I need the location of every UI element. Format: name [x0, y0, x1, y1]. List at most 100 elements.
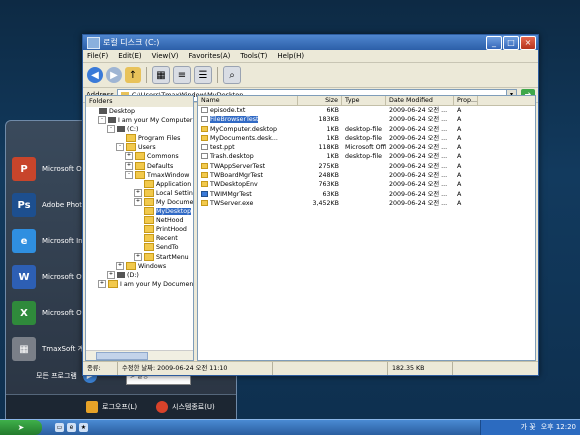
- file-attributes: A: [457, 172, 462, 180]
- file-row[interactable]: Trash.desktop 1KB desktop-file 2009-06-24 오…: [198, 152, 535, 161]
- tree-item[interactable]: NetHood: [86, 216, 193, 225]
- start-menu-item[interactable]: W Microsoft Office Word 2007: [12, 259, 92, 295]
- column-header[interactable]: Type: [342, 96, 386, 105]
- word-icon: W: [12, 265, 36, 289]
- views-list-button[interactable]: ≡: [173, 66, 191, 84]
- star-icon[interactable]: ★: [79, 423, 88, 432]
- file-row[interactable]: TWAppServerTest 275KB 2009-06-24 오전 ... A: [198, 162, 535, 171]
- menu-bar: File(F) Edit(E) View(V) Favorites(A) Tools(T…: [83, 50, 538, 63]
- file-name: TWIMMgrTest: [210, 190, 252, 198]
- start-menu-item-label: Microsoft Office Excel 2007: [42, 308, 86, 317]
- file-row[interactable]: test.ppt 118KB Microsoft Offi...2009-06-24…: [198, 143, 535, 152]
- column-header[interactable]: Name: [198, 96, 298, 105]
- file-row[interactable]: episode.txt 6KB 2009-06-24 오전 ... A: [198, 106, 535, 115]
- expand-icon[interactable]: +: [98, 279, 106, 288]
- expand-icon[interactable]: +: [134, 197, 142, 206]
- tree-item[interactable]: + Local Settings: [86, 188, 193, 198]
- file-row[interactable]: MyComputer.desktop 1KB desktop-file 2009-06…: [198, 125, 535, 134]
- document-icon: [201, 153, 208, 160]
- collapse-icon[interactable]: -: [125, 170, 133, 179]
- file-date: 2009-06-24 오전 ...: [389, 190, 448, 198]
- start-menu-item[interactable]: e Microsoft Internet Explorer: [12, 223, 92, 259]
- file-size: 1KB: [326, 125, 339, 133]
- expand-icon[interactable]: +: [107, 270, 115, 279]
- tree-item[interactable]: Desktop: [86, 107, 193, 116]
- collapse-icon[interactable]: -: [107, 125, 115, 134]
- start-menu-item[interactable]: P Microsoft Office PowerPoint: [12, 151, 92, 187]
- file-row[interactable]: TWIMMgrTest 63KB 2009-06-24 오전 ... A: [198, 190, 535, 199]
- menu-item[interactable]: Help(H): [277, 50, 304, 62]
- column-header[interactable]: Size: [298, 96, 342, 105]
- file-date: 2009-06-24 오전 ...: [389, 116, 448, 124]
- back-button[interactable]: ◀: [87, 67, 103, 83]
- start-menu-item[interactable]: ▦ TmaxSoft 계산기: [12, 331, 92, 367]
- expand-icon[interactable]: +: [125, 152, 133, 161]
- file-name: TWBoardMgrTest: [210, 172, 263, 180]
- shutdown-button[interactable]: 시스템종료(U): [156, 401, 215, 413]
- tree-item-label: Recent: [156, 235, 178, 243]
- expand-icon[interactable]: +: [134, 252, 142, 261]
- tree-item[interactable]: Recent: [86, 234, 193, 243]
- tree-item[interactable]: Application Data: [86, 179, 193, 189]
- close-button[interactable]: ×: [520, 36, 536, 50]
- ie-quicklaunch-icon[interactable]: e: [67, 423, 76, 432]
- horizontal-scrollbar[interactable]: [86, 350, 193, 360]
- file-row[interactable]: MyDocuments.desk... 1KB desktop-file 2009-0…: [198, 134, 535, 143]
- tree-item[interactable]: - TmaxWindow: [86, 170, 193, 180]
- file-row[interactable]: TWServer.exe 3,452KB 2009-06-24 오전 ... A: [198, 199, 535, 208]
- taskbar: ➤ ▭ e ★ 가 꽃 오후 12:20: [0, 419, 580, 435]
- tree-item[interactable]: PrintHood: [86, 225, 193, 234]
- views-icon-button[interactable]: ▦: [152, 66, 170, 84]
- tree-item[interactable]: + My Documents: [86, 197, 193, 207]
- all-programs-label: 모든 프로그램: [36, 372, 77, 380]
- collapse-icon[interactable]: -: [116, 143, 124, 152]
- minimize-button[interactable]: _: [486, 36, 502, 50]
- tree-item[interactable]: MyDesktop: [86, 207, 193, 216]
- menu-item[interactable]: Edit(E): [118, 50, 141, 62]
- tray-ime-indicator[interactable]: 가 꽃: [521, 420, 536, 435]
- file-size: 118KB: [318, 144, 339, 152]
- file-row[interactable]: TWDesktopEnv 763KB 2009-06-24 오전 ... A: [198, 180, 535, 189]
- tree-item[interactable]: SendTo: [86, 243, 193, 252]
- tree-item[interactable]: + I am your My Documents: [86, 279, 193, 289]
- clock[interactable]: 오후 12:20: [541, 420, 576, 435]
- window-titlebar[interactable]: 로컬 디스크 (C:) _ □ ×: [83, 35, 538, 50]
- column-header[interactable]: Date Modified: [386, 96, 454, 105]
- up-folder-button[interactable]: ↑: [125, 67, 141, 83]
- file-type: desktop-file: [345, 125, 382, 133]
- file-type: [342, 115, 386, 124]
- expand-icon[interactable]: +: [116, 261, 124, 270]
- computer-icon: [117, 126, 125, 133]
- search-button[interactable]: ⌕: [223, 66, 241, 84]
- menu-item[interactable]: File(F): [87, 50, 108, 62]
- tree-item[interactable]: + Defaults: [86, 161, 193, 171]
- logoff-button[interactable]: 로그오프(L): [86, 401, 137, 413]
- collapse-icon[interactable]: -: [98, 116, 106, 125]
- tree-item[interactable]: + Windows: [86, 261, 193, 271]
- tree-item[interactable]: + Commons: [86, 152, 193, 161]
- menu-item[interactable]: Favorites(A): [189, 50, 231, 62]
- views-details-button[interactable]: ☰: [194, 66, 212, 84]
- tree-item[interactable]: + (D:): [86, 270, 193, 280]
- column-header[interactable]: Prop...: [454, 96, 478, 105]
- start-menu-item[interactable]: X Microsoft Office Excel 2007: [12, 295, 92, 331]
- tree-item[interactable]: - Users: [86, 143, 193, 152]
- tree-item[interactable]: + StartMenu: [86, 252, 193, 262]
- file-row[interactable]: TWBoardMgrTest 248KB 2009-06-24 오전 ... A: [198, 171, 535, 180]
- expand-icon[interactable]: +: [125, 161, 133, 170]
- maximize-button[interactable]: □: [503, 36, 519, 50]
- file-list-header: Name Size Type Date Modified Prop...: [198, 96, 535, 106]
- show-desktop-icon[interactable]: ▭: [55, 423, 64, 432]
- file-name-cell: TWServer.exe: [198, 199, 298, 208]
- start-menu-item[interactable]: Ps Adobe Photoshop CS: [12, 187, 92, 223]
- tree-item[interactable]: - I am your My Computer: [86, 116, 193, 125]
- start-menu-program-list: P Microsoft Office PowerPoint Ps Adobe Phot…: [12, 151, 92, 367]
- tree-item[interactable]: Program Files: [86, 134, 193, 143]
- menu-item[interactable]: Tools(T): [240, 50, 267, 62]
- start-button[interactable]: ➤: [0, 420, 42, 435]
- menu-item[interactable]: View(V): [152, 50, 179, 62]
- forward-button[interactable]: ▶: [106, 67, 122, 83]
- tree-item[interactable]: - (C:): [86, 125, 193, 134]
- expand-icon[interactable]: +: [134, 188, 142, 197]
- file-row[interactable]: FileBrowserTest 183KB 2009-06-24 오전 ... A: [198, 115, 535, 124]
